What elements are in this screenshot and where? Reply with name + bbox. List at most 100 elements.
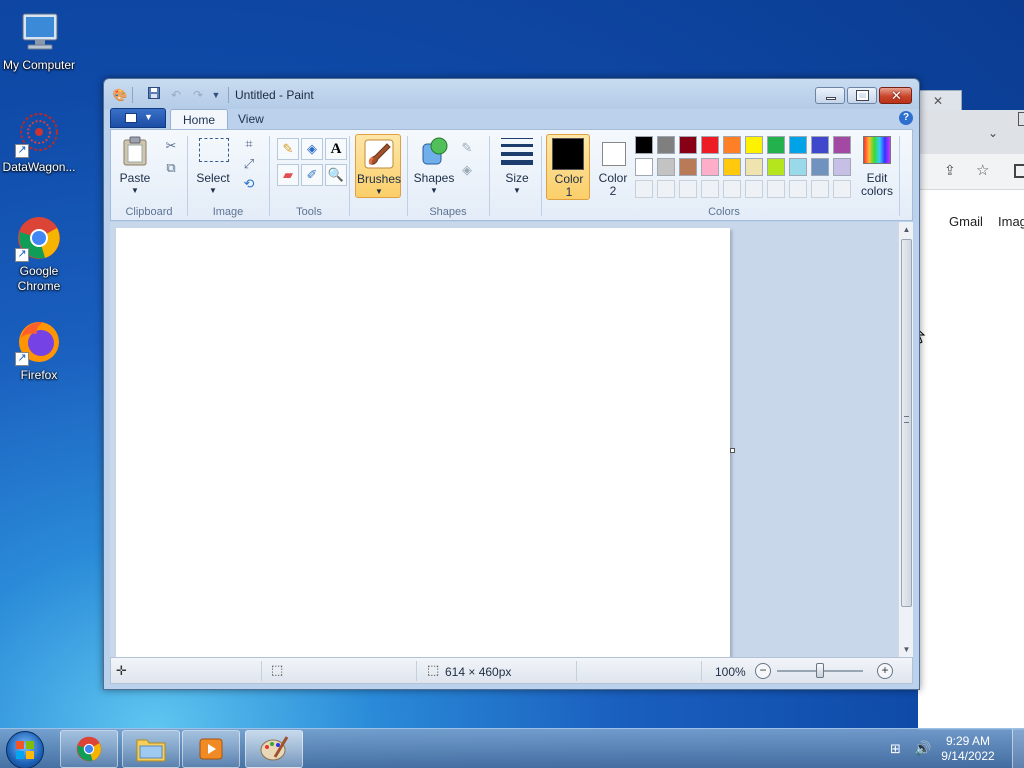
palette-swatch[interactable] — [657, 158, 675, 176]
share-icon[interactable]: ⇪ — [944, 162, 956, 179]
resize-handle-right[interactable] — [730, 448, 735, 453]
zoom-slider-thumb[interactable] — [816, 663, 824, 678]
custom-color-slot[interactable] — [811, 180, 829, 198]
undo-icon[interactable]: ↶ — [168, 87, 184, 103]
custom-color-slot[interactable] — [635, 180, 653, 198]
edit-colors-button[interactable]: Edit colors — [859, 134, 895, 200]
custom-color-slot[interactable] — [833, 180, 851, 198]
desktop-icon-my-computer[interactable]: My Computer — [0, 8, 79, 73]
shapes-button[interactable]: Shapes ▼ — [413, 134, 455, 200]
palette-swatch[interactable] — [789, 158, 807, 176]
redo-icon[interactable]: ↷ — [190, 87, 206, 103]
panel-icon[interactable] — [1014, 164, 1024, 178]
palette-swatch[interactable] — [679, 158, 697, 176]
desktop-icon-firefox[interactable]: ↗ Firefox — [0, 318, 79, 383]
tab-home[interactable]: Home — [170, 109, 229, 129]
palette-swatch[interactable] — [723, 136, 741, 154]
select-button[interactable]: Select ▼ — [193, 134, 233, 200]
scroll-thumb[interactable] — [901, 239, 912, 607]
cut-icon[interactable]: ✂ — [161, 136, 181, 156]
taskbar-paint[interactable] — [245, 730, 303, 768]
brush-icon — [364, 139, 394, 169]
zoom-out-button[interactable]: − — [755, 663, 771, 679]
images-link[interactable]: Imag — [998, 214, 1024, 229]
folder-icon — [136, 739, 166, 762]
outline-icon[interactable]: ✎ — [457, 138, 477, 158]
magnifier-icon[interactable]: 🔍 — [325, 164, 347, 186]
palette-swatch[interactable] — [723, 158, 741, 176]
palette-swatch[interactable] — [701, 136, 719, 154]
network-icon[interactable]: ⊞ — [890, 741, 901, 757]
show-desktop-button[interactable] — [1012, 729, 1024, 768]
custom-color-slot[interactable] — [723, 180, 741, 198]
volume-icon[interactable]: 🔊 — [914, 740, 931, 757]
clock[interactable]: 9:29 AM 9/14/2022 — [936, 734, 1000, 764]
drawing-canvas[interactable] — [116, 228, 730, 657]
palette-swatch[interactable] — [789, 136, 807, 154]
taskbar-explorer[interactable] — [122, 730, 180, 768]
start-button[interactable] — [6, 731, 44, 768]
palette-swatch[interactable] — [657, 136, 675, 154]
title-bar[interactable]: 🎨 ↶ ↷ ▼ Untitled - Paint ✕ — [104, 79, 919, 107]
ribbon-tab-bar: ▼ Home View ? — [110, 107, 913, 129]
palette-swatch[interactable] — [811, 136, 829, 154]
size-button[interactable]: Size ▼ — [497, 134, 537, 200]
close-button[interactable]: ✕ — [879, 87, 912, 104]
rotate-icon[interactable]: ⟲ — [239, 174, 259, 194]
palette-swatch[interactable] — [767, 136, 785, 154]
color-picker-icon[interactable]: ✐ — [301, 164, 323, 186]
color1-button[interactable]: Color 1 — [546, 134, 590, 200]
gmail-link[interactable]: Gmail — [949, 214, 983, 229]
palette-swatch[interactable] — [635, 136, 653, 154]
custom-color-slot[interactable] — [701, 180, 719, 198]
custom-color-slot[interactable] — [767, 180, 785, 198]
desktop-icon-google-chrome[interactable]: ↗ Google Chrome — [0, 214, 79, 294]
palette-swatch[interactable] — [679, 136, 697, 154]
vertical-scrollbar[interactable]: ▲ ▼ — [898, 222, 913, 657]
eraser-icon[interactable]: ▰ — [277, 164, 299, 186]
palette-swatch[interactable] — [745, 158, 763, 176]
text-tool-icon[interactable]: A — [325, 138, 347, 160]
custom-color-slot[interactable] — [745, 180, 763, 198]
copy-icon[interactable]: ⧉ — [161, 158, 181, 178]
scroll-up-icon[interactable]: ▲ — [899, 222, 914, 237]
palette-swatch[interactable] — [833, 136, 851, 154]
fill-icon[interactable]: ◈ — [457, 160, 477, 180]
palette-swatch[interactable] — [745, 136, 763, 154]
chevron-down-icon[interactable]: ⌄ — [988, 126, 998, 140]
help-icon[interactable]: ? — [899, 111, 913, 125]
paint-app-icon[interactable]: 🎨 — [112, 87, 128, 103]
chrome-tab[interactable]: ✕ — [918, 90, 962, 112]
taskbar-media-player[interactable] — [182, 730, 240, 768]
color2-button[interactable]: Color 2 — [593, 134, 633, 200]
custom-color-slot[interactable] — [657, 180, 675, 198]
close-icon[interactable]: ✕ — [933, 94, 943, 108]
custom-color-slot[interactable] — [789, 180, 807, 198]
paint-menu-button[interactable]: ▼ — [110, 108, 166, 128]
tab-view[interactable]: View — [226, 109, 276, 129]
canvas-size-text: 614 × 460px — [445, 665, 512, 679]
palette-swatch[interactable] — [701, 158, 719, 176]
customize-toolbar-icon[interactable]: ▼ — [208, 87, 224, 103]
palette-swatch[interactable] — [811, 158, 829, 176]
brushes-button[interactable]: Brushes ▼ — [355, 134, 401, 198]
star-icon[interactable]: ☆ — [976, 161, 989, 179]
taskbar-chrome[interactable] — [60, 730, 118, 768]
desktop-icon-datawagon[interactable]: ↗ DataWagon... — [0, 110, 79, 175]
palette-swatch[interactable] — [767, 158, 785, 176]
save-icon[interactable] — [146, 87, 162, 103]
fill-bucket-icon[interactable]: ◈ — [301, 138, 323, 160]
resize-icon[interactable]: ⤢ — [239, 154, 259, 174]
scroll-down-icon[interactable]: ▼ — [899, 642, 914, 657]
palette-swatch[interactable] — [635, 158, 653, 176]
palette-swatch[interactable] — [833, 158, 851, 176]
maximize-button[interactable] — [847, 87, 877, 104]
custom-color-slot[interactable] — [679, 180, 697, 198]
paste-button[interactable]: Paste ▼ — [117, 134, 153, 200]
divider — [416, 661, 417, 681]
crop-icon[interactable]: ⌗ — [239, 134, 259, 154]
zoom-in-button[interactable]: + — [877, 663, 893, 679]
color1-swatch — [552, 138, 584, 170]
minimize-button[interactable] — [815, 87, 845, 104]
pencil-icon[interactable]: ✎ — [277, 138, 299, 160]
